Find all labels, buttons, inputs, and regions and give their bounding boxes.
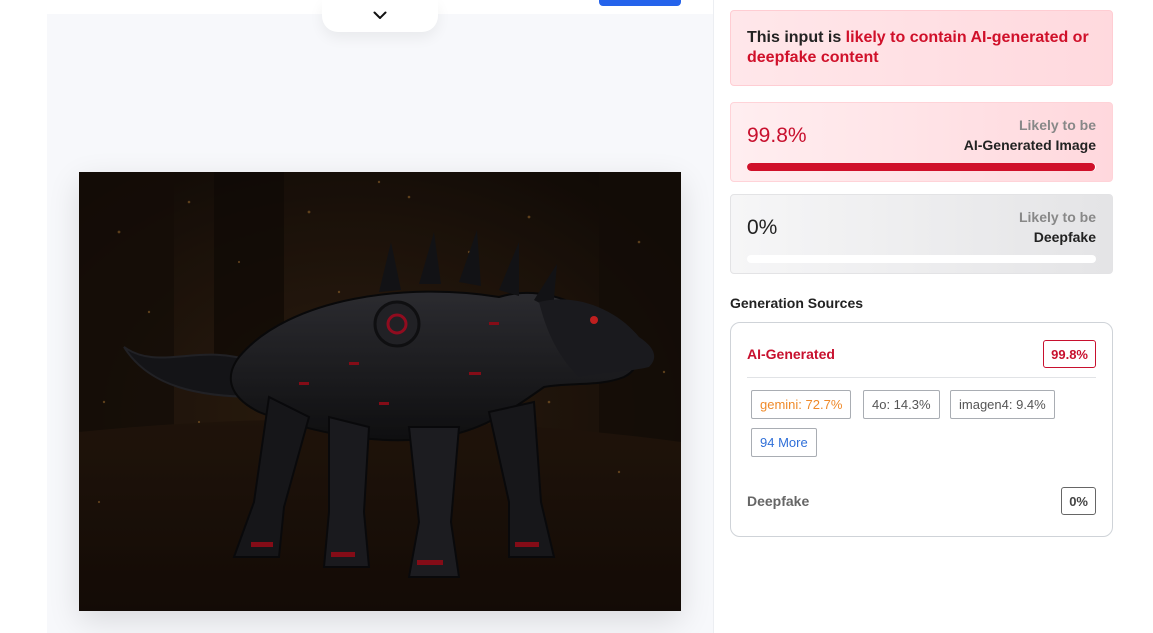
sources-divider bbox=[747, 377, 1096, 378]
ai-score-caption: Likely to be AI-Generated Image bbox=[964, 115, 1096, 155]
deepfake-badge: 0% bbox=[1061, 487, 1096, 515]
deepfake-score-bar bbox=[747, 255, 1096, 263]
generation-sources-title: Generation Sources bbox=[730, 295, 864, 311]
collapse-toggle[interactable] bbox=[322, 0, 438, 32]
ai-generated-label: AI-Generated bbox=[747, 346, 835, 362]
ai-generated-score-card: 99.8% Likely to be AI-Generated Image bbox=[730, 102, 1113, 182]
panel-divider bbox=[713, 0, 714, 633]
chevron-down-icon bbox=[373, 7, 387, 25]
model-tag-gemini[interactable]: gemini: 72.7% bbox=[751, 390, 852, 419]
ai-score-bar-fill bbox=[747, 163, 1096, 171]
deepfake-caption-sub: Likely to be bbox=[1018, 209, 1096, 225]
ai-caption-sub: Likely to be bbox=[1018, 117, 1096, 133]
ai-score-percent: 99.8% bbox=[747, 124, 807, 147]
primary-action-button[interactable] bbox=[599, 0, 681, 6]
generation-sources-card: AI-Generated 99.8% gemini: 72.7% 4o: 14.… bbox=[730, 322, 1113, 537]
verdict-banner: This input is likely to contain AI-gener… bbox=[730, 10, 1113, 86]
model-tag-imagen4[interactable]: imagen4: 9.4% bbox=[950, 390, 1055, 419]
ai-caption-main: AI-Generated Image bbox=[963, 137, 1096, 153]
ai-score-bar bbox=[747, 163, 1096, 171]
deepfake-score-card: 0% Likely to be Deepfake bbox=[730, 194, 1113, 274]
deepfake-score-percent: 0% bbox=[747, 216, 778, 239]
deepfake-caption-main: Deepfake bbox=[1033, 229, 1096, 245]
verdict-prefix: This input is bbox=[747, 29, 846, 46]
deepfake-score-caption: Likely to be Deepfake bbox=[1019, 207, 1096, 247]
analyzed-image bbox=[79, 172, 681, 611]
model-tag-4o[interactable]: 4o: 14.3% bbox=[863, 390, 940, 419]
deepfake-label: Deepfake bbox=[747, 493, 810, 509]
ai-generated-badge: 99.8% bbox=[1043, 340, 1096, 368]
more-models-button[interactable]: 94 More bbox=[751, 428, 817, 457]
